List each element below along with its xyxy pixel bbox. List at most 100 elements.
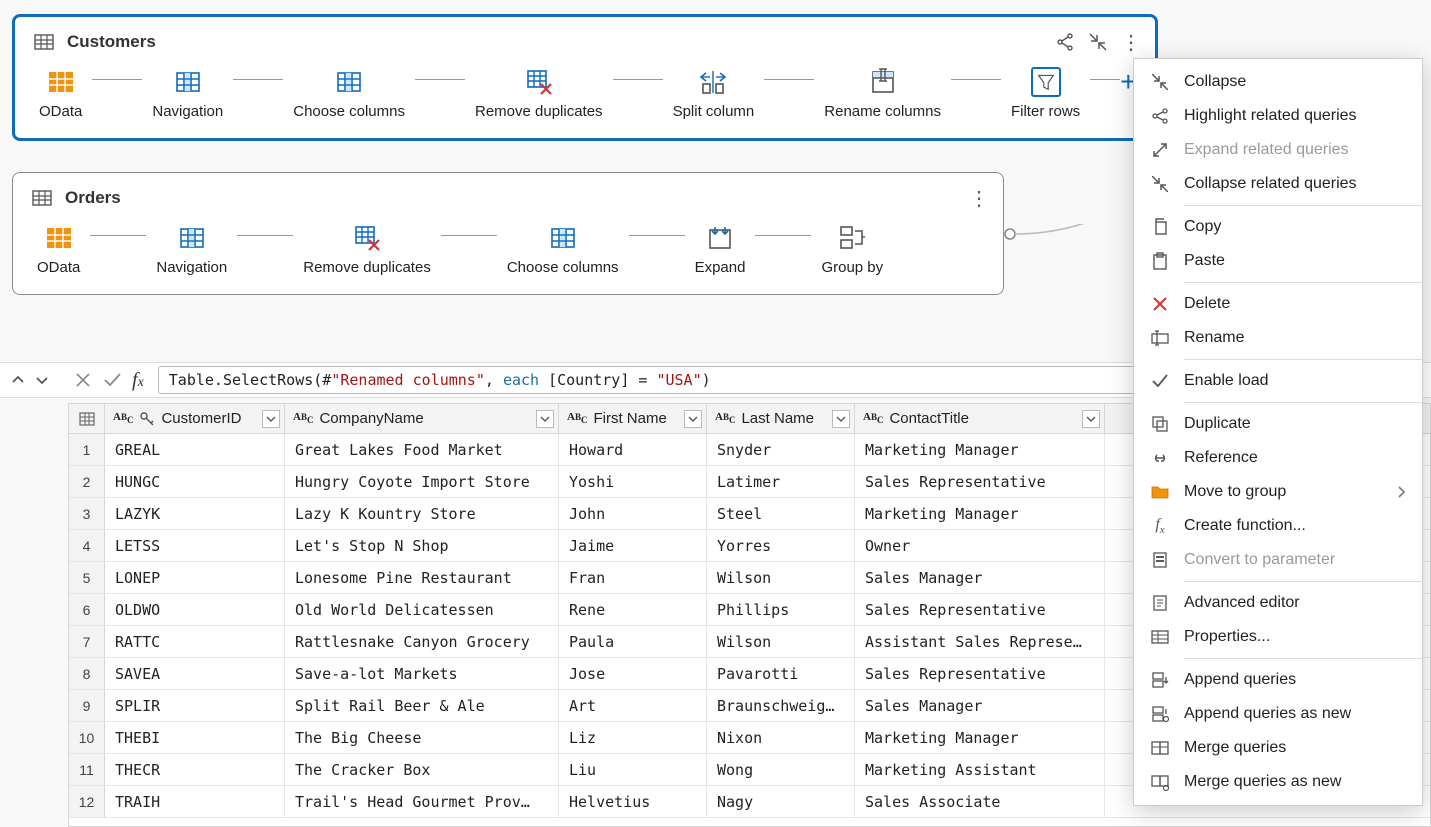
cell: SAVEA (105, 658, 285, 689)
menu-item-label: Enable load (1184, 372, 1269, 390)
cell: RATTC (105, 626, 285, 657)
step-filter-rows[interactable]: Filter rows (1011, 67, 1080, 120)
collapse-icon[interactable] (1089, 33, 1107, 51)
column-filter-button[interactable] (262, 410, 280, 428)
cell: GREAL (105, 434, 285, 465)
row-number: 11 (69, 754, 105, 785)
menu-item-label: Paste (1184, 252, 1225, 270)
menu-item-rename[interactable]: Rename (1134, 321, 1422, 355)
menu-item-advanced-editor[interactable]: Advanced editor (1134, 586, 1422, 620)
step-choose-columns[interactable]: Choose columns (507, 223, 619, 276)
menu-item-delete[interactable]: Delete (1134, 287, 1422, 321)
step-connector (764, 79, 814, 81)
menu-item-append-queries-as-new[interactable]: Append queries as new (1134, 697, 1422, 731)
step-odata[interactable]: OData (39, 67, 82, 120)
delete-icon (1150, 294, 1170, 314)
menu-item-duplicate[interactable]: Duplicate (1134, 407, 1422, 441)
menu-item-create-function-[interactable]: fxCreate function... (1134, 509, 1422, 543)
menu-separator (1184, 581, 1422, 582)
step-rename-columns[interactable]: Rename columns (824, 67, 941, 120)
cell: Paula (559, 626, 707, 657)
menu-item-properties-[interactable]: Properties... (1134, 620, 1422, 654)
cell: Liz (559, 722, 707, 753)
step-expand[interactable]: Expand (695, 223, 746, 276)
menu-item-label: Merge queries as new (1184, 773, 1341, 791)
query-group-orders[interactable]: Orders ⋮ OData Navigation Remove duplicate… (12, 172, 1004, 295)
query-group-customers[interactable]: Customers ⋮ ODataNavigationChoose column… (12, 14, 1158, 141)
step-connector (237, 235, 293, 237)
cancel-icon[interactable] (74, 371, 92, 389)
menu-item-paste[interactable]: Paste (1134, 244, 1422, 278)
cell: Steel (707, 498, 855, 529)
row-number-header[interactable] (69, 404, 105, 433)
menu-item-merge-queries[interactable]: Merge queries (1134, 731, 1422, 765)
type-icon: ABC (715, 411, 735, 425)
step-odata[interactable]: OData (37, 223, 80, 276)
cell: Lonesome Pine Restaurant (285, 562, 559, 593)
cell: Yoshi (559, 466, 707, 497)
step-remove-duplicates[interactable]: Remove duplicates (475, 67, 603, 120)
check-icon (1150, 371, 1170, 391)
cell: Sales Manager (855, 562, 1105, 593)
cell: LAZYK (105, 498, 285, 529)
expand-diag-icon (1150, 140, 1170, 160)
column-filter-button[interactable] (684, 410, 702, 428)
step-label: Remove duplicates (475, 103, 603, 120)
menu-item-copy[interactable]: Copy (1134, 210, 1422, 244)
menu-item-move-to-group[interactable]: Move to group (1134, 475, 1422, 509)
menu-item-reference[interactable]: Reference (1134, 441, 1422, 475)
row-number: 7 (69, 626, 105, 657)
chevron-up-icon[interactable] (10, 372, 26, 388)
filter-rows-icon (1031, 67, 1061, 97)
column-header-companyname[interactable]: ABCCompanyName (285, 404, 559, 433)
column-header-first-name[interactable]: ABCFirst Name (559, 404, 707, 433)
menu-item-enable-load[interactable]: Enable load (1134, 364, 1422, 398)
navigation-icon (177, 223, 207, 253)
cell: Latimer (707, 466, 855, 497)
more-icon[interactable]: ⋮ (1121, 30, 1141, 55)
menu-item-label: Collapse related queries (1184, 175, 1357, 193)
share-icon[interactable] (1055, 32, 1075, 52)
query-title-orders: Orders (65, 188, 121, 208)
cell: Marketing Manager (855, 434, 1105, 465)
step-navigation[interactable]: Navigation (152, 67, 223, 120)
chevron-down-icon[interactable] (34, 372, 50, 388)
column-filter-button[interactable] (832, 410, 850, 428)
menu-item-collapse-related-queries[interactable]: Collapse related queries (1134, 167, 1422, 201)
type-icon: ABC (863, 411, 883, 425)
step-navigation[interactable]: Navigation (156, 223, 227, 276)
expand-icon (705, 223, 735, 253)
menu-separator (1184, 658, 1422, 659)
menu-item-highlight-related-queries[interactable]: Highlight related queries (1134, 99, 1422, 133)
type-icon: ABC (567, 411, 587, 425)
cell: OLDWO (105, 594, 285, 625)
step-connector (415, 79, 465, 81)
step-choose-columns[interactable]: Choose columns (293, 67, 405, 120)
column-header-contacttitle[interactable]: ABCContactTitle (855, 404, 1105, 433)
column-name: CompanyName (319, 410, 423, 427)
remove-duplicates-icon (524, 67, 554, 97)
menu-item-convert-to-parameter: Convert to parameter (1134, 543, 1422, 577)
step-label: Group by (821, 259, 883, 276)
cell: LETSS (105, 530, 285, 561)
menu-item-label: Highlight related queries (1184, 107, 1357, 125)
step-group-by[interactable]: Group by (821, 223, 883, 276)
table-icon (27, 183, 57, 213)
menu-item-merge-queries-as-new[interactable]: Merge queries as new (1134, 765, 1422, 799)
column-filter-button[interactable] (1082, 410, 1100, 428)
cell: Nagy (707, 786, 855, 817)
menu-item-append-queries[interactable]: Append queries (1134, 663, 1422, 697)
step-split-column[interactable]: Split column (673, 67, 755, 120)
column-filter-button[interactable] (536, 410, 554, 428)
step-label: Choose columns (293, 103, 405, 120)
collapse-diag-icon (1150, 72, 1170, 92)
column-header-last-name[interactable]: ABCLast Name (707, 404, 855, 433)
menu-separator (1184, 282, 1422, 283)
more-icon[interactable]: ⋮ (969, 186, 989, 211)
column-header-customerid[interactable]: ABCCustomerID (105, 404, 285, 433)
step-remove-duplicates[interactable]: Remove duplicates (303, 223, 431, 276)
step-label: Split column (673, 103, 755, 120)
cell: TRAIH (105, 786, 285, 817)
menu-item-collapse[interactable]: Collapse (1134, 65, 1422, 99)
commit-icon[interactable] (102, 371, 122, 389)
